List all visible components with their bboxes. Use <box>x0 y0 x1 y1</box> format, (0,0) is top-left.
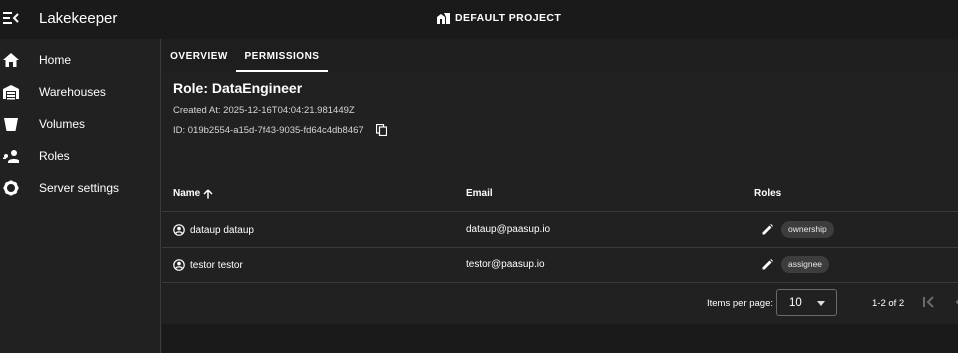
column-header-roles: Roles <box>754 188 782 199</box>
column-header-label: Name <box>173 188 201 199</box>
people-icon <box>3 150 19 163</box>
user-name-cell: dataup dataup <box>173 224 254 236</box>
pencil-icon[interactable] <box>762 224 773 235</box>
user-name: dataup dataup <box>190 224 254 236</box>
items-per-page-label: Items per page: <box>707 298 774 309</box>
copy-icon[interactable] <box>376 124 387 136</box>
sidebar-item-label: Warehouses <box>39 85 106 99</box>
tab-overview[interactable]: OVERVIEW <box>162 39 236 72</box>
role-chip: assignee <box>781 256 830 273</box>
sidebar-item-label: Home <box>39 53 72 67</box>
page-range: 1-2 of 2 <box>872 298 905 309</box>
created-at: Created At: 2025-12-16T04:04:21.981449Z <box>173 105 355 116</box>
content-footer-band <box>162 324 958 353</box>
column-header-email: Email <box>466 188 493 199</box>
chevron-down-icon <box>817 301 825 306</box>
sidebar-item-label: Roles <box>39 149 70 163</box>
user-name: testor testor <box>190 259 243 271</box>
project-icon <box>437 13 450 24</box>
app-title: Lakekeeper <box>39 10 118 27</box>
sidebar-item-home[interactable]: Home <box>0 44 160 76</box>
gear-icon <box>3 180 19 196</box>
home-icon <box>3 53 19 67</box>
sidebar-item-warehouses[interactable]: Warehouses <box>0 76 160 108</box>
user-name-cell: testor testor <box>173 259 243 271</box>
sidebar-item-server-settings[interactable]: Server settings <box>0 172 160 204</box>
tab-permissions[interactable]: PERMISSIONS <box>236 39 328 72</box>
items-per-page-value: 10 <box>789 297 802 309</box>
page-title: Role: DataEngineer <box>173 80 303 96</box>
warehouse-icon <box>3 85 19 100</box>
bucket-icon <box>4 118 18 131</box>
sidebar-item-label: Server settings <box>39 181 120 195</box>
chevron-left-icon[interactable] <box>954 296 958 308</box>
table-row: testor testor testor@paasup.io assignee <box>162 248 958 283</box>
items-per-page-select[interactable]: 10 <box>776 289 837 316</box>
column-header-name[interactable]: Name <box>173 188 213 199</box>
role-id: ID: 019b2554-a15d-7f43-9035-fd64c4db8467 <box>173 125 364 136</box>
main-content: OVERVIEW PERMISSIONS Role: DataEngineer … <box>162 39 958 353</box>
project-name: DEFAULT PROJECT <box>455 12 562 24</box>
first-page-icon[interactable] <box>922 296 936 308</box>
user-email: dataup@paasup.io <box>466 224 551 235</box>
pencil-icon[interactable] <box>762 259 773 270</box>
sidebar-item-roles[interactable]: Roles <box>0 140 160 172</box>
role-chip: ownership <box>781 221 834 238</box>
top-app-bar: Lakekeeper DEFAULT PROJECT <box>0 0 958 39</box>
sidebar-item-volumes[interactable]: Volumes <box>0 108 160 140</box>
sidebar-item-label: Volumes <box>39 117 86 131</box>
user-email: testor@paasup.io <box>466 259 545 270</box>
account-circle-icon <box>173 224 185 236</box>
menu-collapse-icon[interactable] <box>3 11 19 25</box>
sidebar: Home Warehouses Volumes Roles Server set… <box>0 39 161 353</box>
pagination: Items per page: 10 1-2 of 2 <box>162 282 958 324</box>
tab-bar: OVERVIEW PERMISSIONS <box>162 39 958 72</box>
project-selector[interactable]: DEFAULT PROJECT <box>437 12 561 24</box>
table-row: dataup dataup dataup@paasup.io ownership <box>162 213 958 248</box>
arrow-up-icon <box>203 188 213 198</box>
table-header: Name Email Roles <box>162 177 958 212</box>
account-circle-icon <box>173 259 185 271</box>
